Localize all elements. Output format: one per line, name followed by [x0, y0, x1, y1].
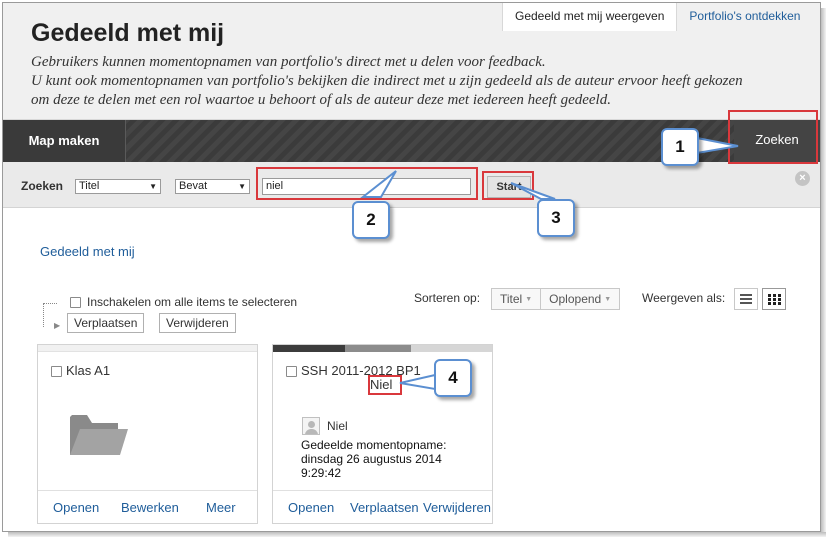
sort-field-dropdown[interactable]: Titel ▼	[492, 289, 540, 309]
close-search-icon[interactable]: ×	[795, 171, 810, 186]
card-title-text[interactable]: Klas A1	[66, 363, 110, 378]
card-checkbox[interactable]	[51, 366, 62, 378]
shared-snapshot-info: Gedeelde momentopname: dinsdag 26 august…	[301, 438, 446, 480]
callout-badge: 1	[661, 128, 699, 166]
edit-link[interactable]: Bewerken	[121, 500, 179, 515]
grid-view-icon	[768, 294, 781, 305]
folder-icon	[70, 415, 128, 455]
breadcrumb[interactable]: Gedeeld met mij	[40, 244, 135, 259]
delete-link[interactable]: Verwijderen	[423, 500, 491, 515]
avatar	[302, 417, 320, 435]
list-view-button[interactable]	[734, 288, 758, 310]
connector-arrow-icon: ▶	[54, 321, 61, 330]
select-all-label: Inschakelen om alle items te selecteren	[87, 295, 298, 309]
sort-controls: Titel ▼ Oplopend ▼	[491, 288, 621, 310]
page-description: Gebruikers kunnen momentopnamen van port…	[31, 53, 743, 110]
status-segment-light	[410, 345, 492, 352]
callout-badge: 4	[434, 359, 472, 397]
view-label: Weergeven als:	[642, 291, 726, 305]
app-frame: Gedeeld met mij Gebruikers kunnen moment…	[2, 2, 821, 532]
sort-field-value: Titel	[500, 292, 523, 306]
description-line: om deze te delen met een rol waartoe u b…	[31, 92, 611, 108]
page-title: Gedeeld met mij	[31, 19, 225, 47]
open-link[interactable]: Openen	[288, 500, 334, 515]
dropdown-arrow-icon: ▼	[149, 182, 157, 191]
avatar-head	[308, 421, 315, 428]
description-line: Gebruikers kunnen momentopnamen van port…	[31, 54, 546, 70]
header-tabs: Gedeeld met mij weergeven Portfolio's on…	[502, 3, 812, 31]
dropdown-arrow-icon: ▼	[238, 182, 246, 191]
frame-shadow-right	[821, 8, 826, 534]
search-operator-select[interactable]: Bevat ▼	[175, 179, 250, 194]
frame-shadow-bottom	[8, 532, 826, 537]
search-field-select[interactable]: Titel ▼	[75, 179, 161, 194]
shared-label: Gedeelde momentopname:	[301, 438, 447, 452]
page-header: Gedeeld met mij Gebruikers kunnen moment…	[3, 3, 820, 120]
callout-badge: 3	[537, 199, 575, 237]
description-line: U kunt ook momentopnamen van portfolio's…	[31, 73, 743, 89]
search-field-value: Titel	[79, 180, 100, 192]
open-link[interactable]: Openen	[53, 500, 99, 515]
search-operator-value: Bevat	[179, 180, 208, 192]
delete-button[interactable]: Verwijderen	[159, 313, 236, 333]
move-link[interactable]: Verplaatsen	[350, 500, 419, 515]
sort-order-dropdown[interactable]: Oplopend ▼	[540, 289, 619, 309]
shared-time: 9:29:42	[301, 466, 342, 480]
sort-label: Sorteren op:	[414, 291, 481, 305]
highlight-search-input	[256, 167, 478, 200]
highlight-start-button	[482, 171, 534, 200]
create-folder-button[interactable]: Map maken	[3, 120, 126, 162]
shared-by-name: Niel	[327, 419, 348, 433]
sort-order-value: Oplopend	[549, 292, 602, 306]
status-segment-mid	[345, 345, 411, 352]
move-button[interactable]: Verplaatsen	[67, 313, 145, 333]
card-header-strip	[38, 345, 257, 352]
callout-badge: 2	[352, 201, 390, 239]
more-link[interactable]: Meer	[206, 500, 236, 515]
tab-discover-portfolios[interactable]: Portfolio's ontdekken	[677, 3, 812, 31]
status-segment-dark	[273, 345, 346, 352]
folder-card: Klas A1 Openen Bewerken Meer	[37, 344, 258, 524]
search-label: Zoeken	[21, 179, 64, 193]
select-all-control[interactable]: Inschakelen om alle items te selecteren	[70, 295, 297, 309]
snapshot-status-bar	[273, 345, 492, 352]
caret-down-icon: ▼	[525, 295, 533, 303]
card-actions: Openen Bewerken Meer	[38, 490, 257, 524]
bulk-actions-row: ▶ Inschakelen om alle items te selectere…	[3, 288, 820, 336]
card-checkbox[interactable]	[286, 366, 297, 378]
highlight-owner-name	[368, 375, 402, 395]
caret-down-icon: ▼	[604, 295, 612, 303]
card-title: Klas A1	[51, 363, 110, 378]
grid-view-button[interactable]	[762, 288, 786, 310]
tab-shared-with-me[interactable]: Gedeeld met mij weergeven	[502, 3, 678, 31]
card-actions: Openen Verplaatsen Verwijderen	[273, 490, 492, 524]
card-title-text[interactable]: SSH 2011-2012 BP1	[301, 363, 421, 378]
highlight-search-button	[728, 110, 818, 164]
select-all-checkbox[interactable]	[70, 297, 81, 309]
shared-date: dinsdag 26 augustus 2014	[301, 452, 442, 466]
avatar-body	[305, 429, 318, 434]
list-view-icon	[740, 294, 752, 304]
